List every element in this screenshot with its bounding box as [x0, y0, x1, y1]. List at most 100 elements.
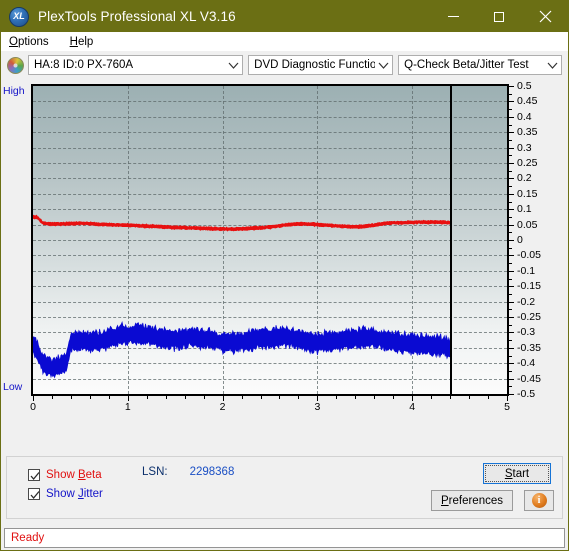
y-tick-minor — [509, 247, 512, 249]
y-tick-label: -0.15 — [517, 280, 541, 293]
menu-options-label-rest: ptions — [17, 35, 49, 48]
x-tick-minor — [260, 396, 262, 399]
axis-high-label: High — [3, 85, 25, 97]
y-tick-label: 0.3 — [517, 141, 532, 154]
y-tick-mark — [509, 224, 514, 226]
y-tick-minor — [509, 155, 512, 157]
menu-help-label-rest: elp — [77, 35, 94, 48]
y-tick-minor — [509, 139, 512, 141]
y-tick-minor — [509, 355, 512, 357]
y-tick-mark — [509, 332, 514, 334]
window-controls — [430, 1, 568, 32]
x-tick-label: 5 — [504, 401, 510, 413]
y-tick-mark — [509, 163, 514, 164]
y-tick-label: 0.25 — [517, 157, 538, 169]
lsn-readout: LSN: 2298368 — [142, 466, 234, 478]
y-tick-mark — [509, 286, 514, 288]
y-tick-minor — [509, 216, 512, 218]
y-tick-mark — [509, 116, 514, 118]
x-tick-minor — [469, 396, 471, 399]
test-select[interactable]: Q-Check Beta/Jitter Test — [398, 55, 562, 75]
x-tick-label: 0 — [30, 401, 36, 413]
show-jitter-row[interactable]: Show Jitter — [28, 484, 103, 503]
x-tick-minor — [336, 396, 338, 399]
y-tick-mark — [509, 132, 514, 134]
y-tick-minor — [509, 324, 512, 326]
y-tick-minor — [509, 186, 512, 188]
start-button[interactable]: Start — [483, 463, 551, 484]
chevron-down-icon — [225, 62, 242, 69]
info-button[interactable]: i — [524, 490, 554, 511]
y-tick-mark — [509, 240, 514, 241]
y-tick-label: -0.25 — [517, 311, 541, 323]
y-tick-mark — [509, 178, 514, 180]
titlebar: XL PlexTools Professional XL V3.16 — [1, 1, 568, 32]
y-tick-label: -0.45 — [517, 372, 541, 385]
y-tick-label: -0.05 — [517, 249, 541, 262]
drive-select[interactable]: HA:8 ID:0 PX-760A — [28, 55, 244, 75]
lsn-label: LSN: — [142, 466, 168, 478]
y-tick-minor — [509, 370, 512, 372]
x-tick-minor — [241, 396, 243, 399]
show-beta-label: Show Beta — [46, 468, 102, 481]
show-jitter-checkbox[interactable] — [28, 487, 40, 500]
minimize-icon[interactable] — [430, 1, 476, 32]
y-tick-label: 0.45 — [517, 95, 538, 108]
y-tick-label: 0.1 — [517, 203, 532, 216]
y-tick-label: -0.4 — [517, 357, 536, 370]
x-tick-label: 1 — [124, 401, 131, 413]
chevron-down-icon — [544, 62, 561, 69]
series-beta — [33, 214, 451, 232]
disc-icon — [7, 56, 24, 74]
status-bar: Ready — [4, 528, 565, 548]
y-tick-minor — [509, 278, 512, 280]
x-tick-minor — [450, 396, 452, 399]
y-tick-mark — [509, 394, 514, 395]
start-button-label: Start — [504, 467, 530, 480]
x-tick-minor — [488, 396, 490, 399]
plot-area[interactable] — [31, 84, 509, 396]
info-icon: i — [531, 493, 547, 508]
y-tick-minor — [509, 309, 512, 311]
function-select-value: DVD Diagnostic Functions — [254, 59, 376, 71]
y-tick-minor — [509, 109, 512, 111]
y-tick-label: 0.05 — [517, 218, 538, 231]
y-tick-minor — [509, 201, 512, 203]
x-tick-minor — [355, 396, 357, 399]
function-select[interactable]: DVD Diagnostic Functions — [248, 55, 394, 75]
window-title: PlexTools Professional XL V3.16 — [38, 9, 236, 24]
x-tick-minor — [203, 396, 205, 399]
show-beta-checkbox[interactable] — [28, 468, 40, 481]
y-tick-label: 0.5 — [517, 80, 532, 92]
series-plot — [33, 214, 451, 379]
y-tick-label: 0.2 — [517, 172, 532, 185]
y-tick-mark — [509, 255, 514, 257]
menu-options[interactable]: Options — [8, 35, 57, 49]
y-tick-mark — [509, 101, 514, 103]
x-tick-minor — [279, 396, 281, 399]
y-tick-label: -0.1 — [517, 264, 536, 277]
maximize-icon[interactable] — [476, 1, 522, 32]
start-accel: S — [504, 467, 513, 480]
x-tick-minor — [70, 396, 72, 399]
chart-panel: High Low 0.5 0.45 0.4 0.35 0.3 0.25 0.2 0.15 0.1… — [1, 79, 568, 439]
y-tick-label: -0.5 — [517, 388, 536, 400]
menubar: Options Help — [1, 32, 568, 51]
y-tick-mark — [509, 347, 514, 349]
test-select-value: Q-Check Beta/Jitter Test — [404, 59, 529, 71]
y-tick-minor — [509, 386, 512, 388]
prefs-accel: P — [440, 494, 449, 507]
y-tick-minor — [509, 263, 512, 265]
cursor-line — [450, 86, 453, 394]
close-icon[interactable] — [522, 1, 568, 32]
menu-help[interactable]: Help — [69, 35, 102, 49]
preferences-button[interactable]: Preferences — [431, 490, 513, 511]
x-tick-minor — [108, 396, 110, 399]
x-tick-minor — [431, 396, 433, 399]
y-tick-label: 0.4 — [517, 110, 532, 123]
x-tick-minor — [89, 396, 91, 399]
x-tick-minor — [374, 396, 376, 399]
controls-panel: Show Beta Show Jitter LSN: 2298368 Start… — [6, 456, 563, 519]
chevron-down-icon — [375, 62, 392, 69]
show-beta-row[interactable]: Show Beta — [28, 465, 103, 484]
